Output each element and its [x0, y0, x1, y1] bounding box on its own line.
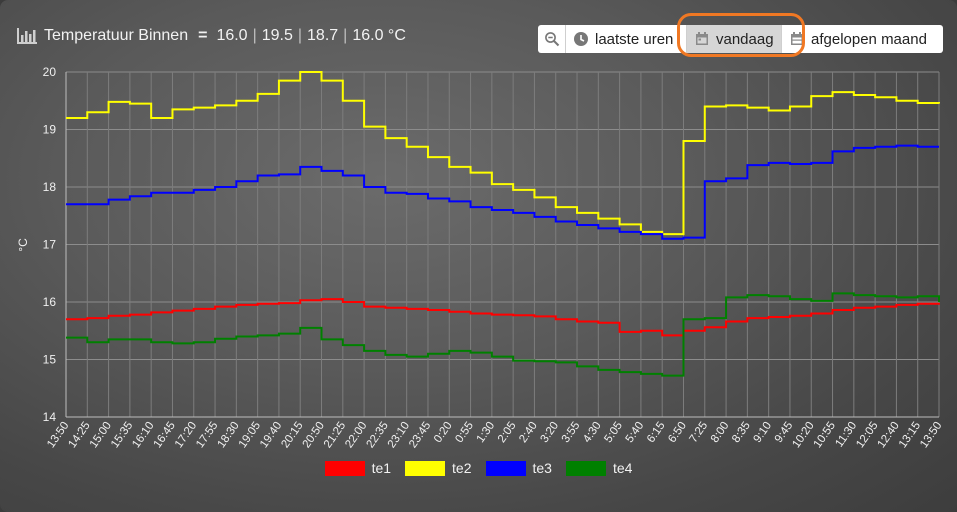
line-chart: 1415161718192013:5014:2515:0015:3516:101… [16, 65, 944, 450]
x-tick-label: 20:15 [279, 420, 305, 450]
y-tick-label: 20 [43, 65, 57, 79]
y-tick-label: 17 [43, 238, 57, 252]
legend-swatch [485, 460, 526, 476]
x-tick-label: 13:15 [897, 420, 923, 450]
x-tick-label: 10:55 [812, 420, 838, 450]
legend-swatch [324, 460, 365, 476]
x-tick-label: 4:30 [581, 420, 604, 445]
x-tick-label: 15:00 [88, 420, 114, 450]
x-tick-label: 15:35 [109, 420, 135, 450]
x-tick-label: 8:35 [730, 420, 753, 445]
legend-label: te4 [612, 460, 633, 476]
x-tick-label: 1:30 [475, 420, 498, 445]
legend-label: te2 [452, 460, 472, 476]
y-tick-label: 15 [43, 353, 57, 367]
legend-item-te2[interactable]: te2 [405, 460, 472, 476]
chart-card: Temperatuur Binnen = 16.0 | 19.5 | 18.7 … [0, 0, 957, 512]
x-tick-label: 16:45 [152, 420, 178, 450]
y-tick-label: 19 [43, 123, 57, 137]
x-tick-label: 6:15 [645, 420, 668, 445]
y-tick-label: 14 [43, 410, 57, 424]
legend-item-te4[interactable]: te4 [565, 460, 633, 476]
x-tick-label: 23:45 [407, 420, 433, 450]
x-tick-label: 8:00 [709, 420, 732, 445]
x-tick-label: 0:20 [432, 420, 455, 445]
chart-legend: te1 te2 te3 te4 [0, 460, 957, 476]
legend-label: te1 [371, 460, 392, 476]
legend-item-te3[interactable]: te3 [485, 460, 552, 476]
legend-label: te3 [532, 460, 552, 476]
x-tick-label: 18:30 [215, 420, 241, 450]
x-tick-label: 22:35 [365, 420, 391, 450]
legend-swatch [565, 460, 606, 476]
x-tick-label: 21:25 [322, 420, 348, 450]
x-tick-label: 7:25 [688, 420, 711, 445]
series-line-te3 [66, 144, 939, 240]
x-tick-label: 2:05 [496, 420, 519, 445]
y-axis-label: °C [16, 238, 30, 252]
x-tick-label: 22:00 [343, 420, 369, 450]
x-tick-label: 12:40 [876, 420, 902, 450]
x-tick-label: 13:50 [45, 420, 71, 450]
x-tick-label: 17:20 [173, 420, 199, 450]
x-tick-label: 9:10 [751, 420, 774, 445]
x-tick-label: 17:55 [194, 420, 220, 450]
x-tick-label: 3:20 [539, 420, 562, 445]
legend-swatch [405, 460, 446, 476]
legend-item-te1[interactable]: te1 [324, 460, 392, 476]
x-tick-label: 0:55 [453, 420, 476, 445]
x-tick-label: 2:40 [517, 420, 540, 445]
x-tick-label: 13:50 [918, 420, 944, 450]
y-tick-label: 16 [43, 295, 57, 309]
x-tick-label: 10:20 [790, 420, 816, 450]
x-tick-label: 23:10 [386, 420, 412, 450]
x-tick-label: 14:25 [66, 420, 92, 450]
x-tick-label: 5:05 [602, 420, 625, 445]
x-tick-label: 6:50 [666, 420, 689, 445]
x-tick-label: 20:50 [301, 420, 327, 450]
y-tick-label: 18 [43, 180, 57, 194]
series-line-te4 [66, 292, 940, 377]
x-tick-label: 5:40 [624, 420, 647, 445]
x-tick-label: 19:05 [237, 420, 263, 450]
x-tick-label: 12:05 [854, 420, 880, 450]
x-tick-label: 16:10 [130, 420, 156, 450]
x-tick-label: 19:40 [258, 420, 284, 450]
x-tick-label: 3:55 [560, 420, 583, 445]
series-line-te1 [66, 298, 940, 337]
